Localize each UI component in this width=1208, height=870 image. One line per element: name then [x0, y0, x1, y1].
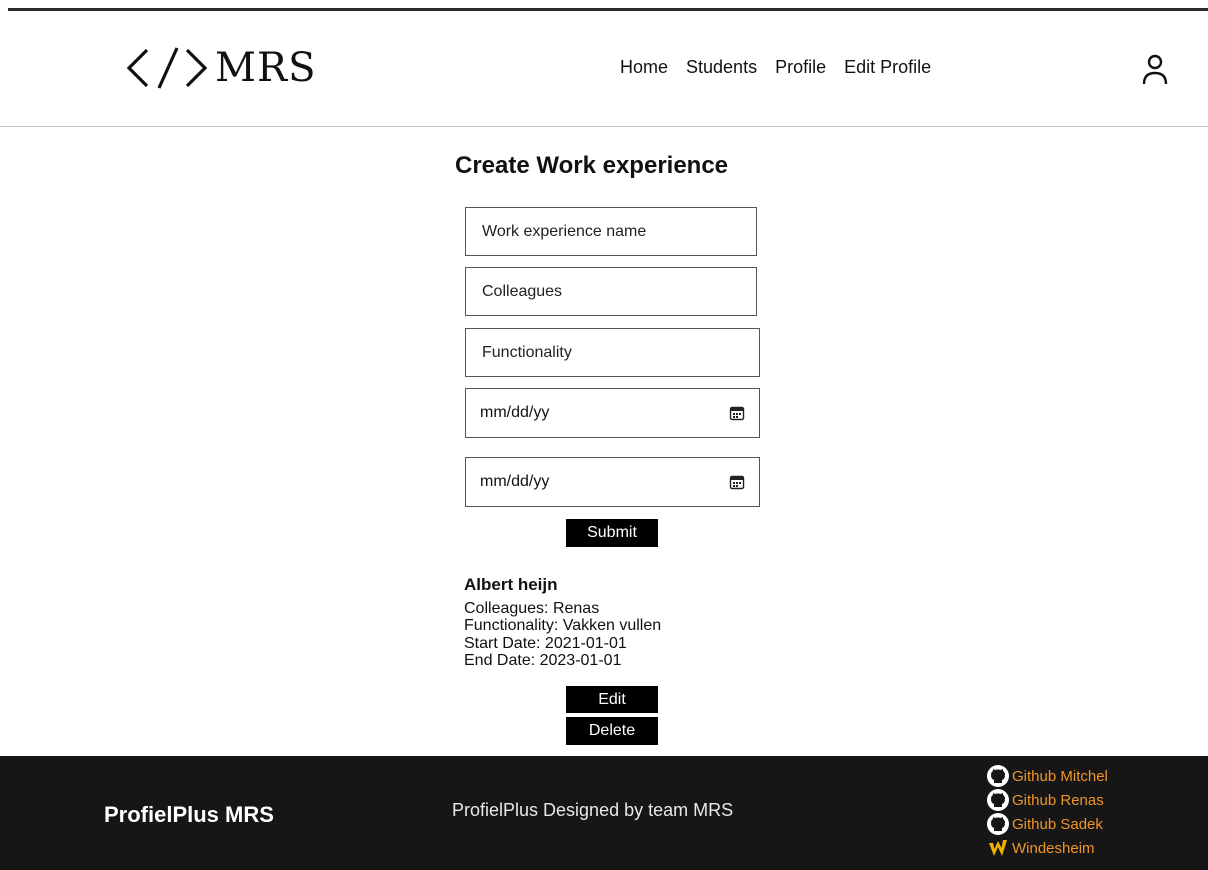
footer-link-github-sadek[interactable]: Github Sadek: [986, 812, 1108, 836]
footer-link-windesheim[interactable]: Windesheim: [986, 836, 1108, 860]
colleagues-field[interactable]: [465, 267, 757, 316]
footer-brand: ProfielPlus MRS: [104, 802, 274, 827]
main-nav: Home Students Profile Edit Profile: [620, 57, 931, 78]
functionality-field[interactable]: [465, 328, 760, 377]
logo-text: MRS: [215, 45, 317, 91]
experience-end-date: End Date: 2023-01-01: [464, 652, 622, 669]
delete-button[interactable]: Delete: [566, 717, 658, 745]
footer-link-label: Windesheim: [1012, 839, 1095, 857]
user-icon[interactable]: [1140, 53, 1170, 94]
footer-link-label: Github Mitchel: [1012, 767, 1108, 785]
experience-start-date: Start Date: 2021-01-01: [464, 634, 627, 652]
submit-button[interactable]: Submit: [566, 519, 658, 547]
work-experience-card: Albert heijn Colleagues: Renas Functiona…: [464, 576, 661, 670]
page-title: Create Work experience: [455, 152, 729, 179]
calendar-icon[interactable]: [729, 405, 745, 421]
site-footer: ProfielPlus MRS ProfielPlus Designed by …: [0, 756, 1208, 870]
functionality-input[interactable]: [480, 342, 745, 363]
github-icon: [987, 813, 1009, 835]
footer-credit: ProfielPlus Designed by team MRS: [452, 800, 734, 820]
github-icon: [987, 789, 1009, 811]
windesheim-logo-icon: [989, 840, 1007, 856]
start-date-field[interactable]: mm/dd/yy: [465, 388, 760, 438]
footer-link-github-mitchel[interactable]: Github Mitchel: [986, 764, 1108, 788]
end-date-field[interactable]: mm/dd/yy: [465, 457, 760, 507]
experience-functionality: Functionality: Vakken vullen: [464, 617, 662, 634]
colleagues-input[interactable]: [480, 281, 742, 302]
nav-profile[interactable]: Profile: [775, 57, 826, 78]
nav-home[interactable]: Home: [620, 57, 668, 78]
start-date-value: mm/dd/yy: [480, 404, 550, 421]
end-date-value: mm/dd/yy: [480, 473, 550, 490]
logo[interactable]: MRS: [125, 43, 316, 93]
site-header: MRS Home Students Profile Edit Profile: [0, 11, 1208, 127]
footer-link-github-renas[interactable]: Github Renas: [986, 788, 1108, 812]
nav-students[interactable]: Students: [686, 57, 757, 78]
github-icon: [987, 765, 1009, 787]
footer-link-label: Github Renas: [1012, 791, 1104, 809]
experience-name: Albert heijn: [464, 575, 558, 594]
work-experience-name-input[interactable]: [480, 221, 742, 242]
footer-links: Github Mitchel Github Renas Github Sadek…: [986, 764, 1108, 860]
work-experience-name-field[interactable]: [465, 207, 757, 256]
calendar-icon[interactable]: [729, 474, 745, 490]
nav-edit-profile[interactable]: Edit Profile: [844, 57, 931, 78]
edit-button[interactable]: Edit: [566, 686, 658, 713]
experience-colleagues: Colleagues: Renas: [464, 599, 600, 617]
footer-link-label: Github Sadek: [1012, 815, 1103, 833]
code-brackets-icon: [126, 47, 208, 89]
